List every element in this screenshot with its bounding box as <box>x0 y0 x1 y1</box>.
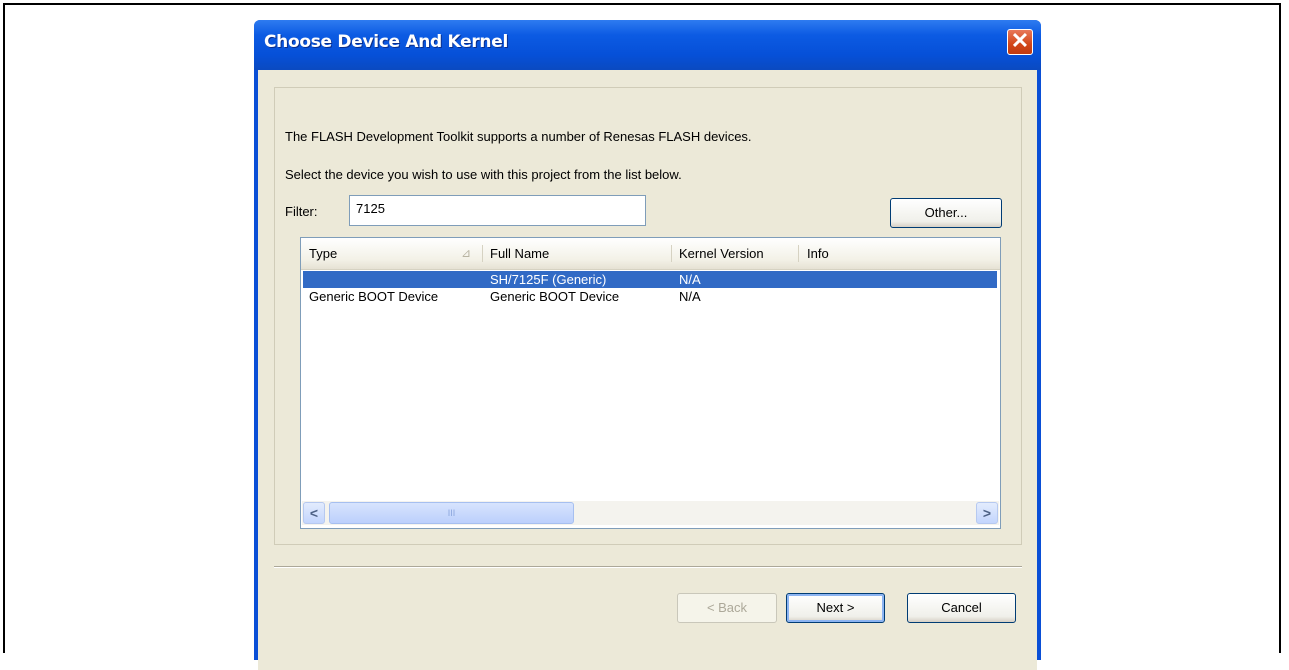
cell-full-name: SH/7125F (Generic) <box>490 272 607 287</box>
close-icon[interactable]: ✕ <box>1007 29 1033 55</box>
scroll-thumb[interactable]: III <box>329 502 574 524</box>
dialog-title: Choose Device And Kernel <box>264 32 508 52</box>
cell-full-name: Generic BOOT Device <box>490 289 620 304</box>
footer-separator <box>274 566 1022 568</box>
dialog-client-area: The FLASH Development Toolkit supports a… <box>258 70 1037 670</box>
filter-label: Filter: <box>285 204 318 219</box>
column-type-label: Type <box>309 246 338 261</box>
cell-kernel-version: N/A <box>679 289 701 304</box>
horizontal-scrollbar[interactable]: < III > <box>302 501 999 525</box>
scroll-right-icon[interactable]: > <box>976 502 998 524</box>
column-info-label: Info <box>807 246 829 261</box>
list-header: Type ⊿ Full Name Kernel Version Info <box>301 238 1000 270</box>
column-header-type[interactable]: Type ⊿ <box>301 238 482 269</box>
back-button[interactable]: < Back <box>677 593 777 623</box>
filter-input[interactable]: 7125 <box>349 195 646 226</box>
choose-device-dialog: Choose Device And Kernel ✕ The FLASH Dev… <box>254 20 1041 670</box>
column-kernel-version-label: Kernel Version <box>679 246 764 261</box>
intro-line-2: Select the device you wish to use with t… <box>285 167 682 182</box>
list-row[interactable]: SH/7125F (Generic) N/A <box>303 271 997 288</box>
column-full-name-label: Full Name <box>490 246 550 261</box>
device-list[interactable]: Type ⊿ Full Name Kernel Version Info SH/… <box>300 237 1001 529</box>
scroll-left-icon[interactable]: < <box>303 502 325 524</box>
title-bar[interactable]: Choose Device And Kernel ✕ <box>254 20 1041 70</box>
list-row[interactable]: Generic BOOT Device Generic BOOT Device … <box>303 288 997 305</box>
intro-line-1: The FLASH Development Toolkit supports a… <box>285 129 752 144</box>
other-button[interactable]: Other... <box>890 198 1002 228</box>
column-header-full-name[interactable]: Full Name <box>482 238 671 269</box>
column-header-kernel-version[interactable]: Kernel Version <box>671 238 799 269</box>
cell-kernel-version: N/A <box>679 272 701 287</box>
cancel-button[interactable]: Cancel <box>907 593 1016 623</box>
cell-type: Generic BOOT Device <box>309 289 439 304</box>
sort-ascending-icon: ⊿ <box>461 246 472 260</box>
column-header-info[interactable]: Info <box>799 238 999 269</box>
next-button[interactable]: Next > <box>786 593 885 623</box>
